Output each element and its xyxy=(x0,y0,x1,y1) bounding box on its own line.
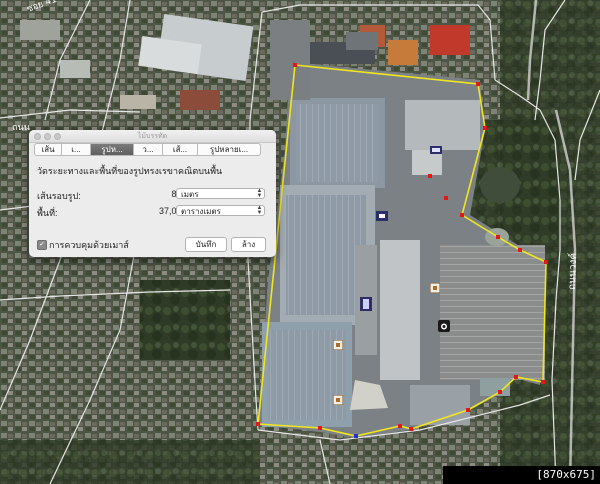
tab-3d-path[interactable]: เส้... xyxy=(163,143,198,156)
ruler-dialog[interactable]: ไม้บรรทัด เส้น เ... รูปห... ว... เส้... … xyxy=(29,130,276,257)
mouse-navigation-label: การควบคุมด้วยเมาส์ xyxy=(49,240,129,250)
place-icon[interactable] xyxy=(430,283,440,293)
dialog-description: วัดระยะทางและพื้นที่ของรูปทรงเรขาคณิตบนพ… xyxy=(37,166,223,176)
street-label-left: ถนน xyxy=(12,123,30,133)
area-label: พื้นที่: xyxy=(37,208,58,218)
perimeter-unit-value: เมตร xyxy=(181,190,199,199)
perimeter-unit-select[interactable]: เมตร ▲ ▼ xyxy=(176,188,265,199)
tab-polygon[interactable]: รูปห... xyxy=(91,143,134,156)
place-icon[interactable] xyxy=(333,340,343,350)
camera-icon[interactable] xyxy=(438,320,450,332)
save-button[interactable]: บันทึก xyxy=(185,237,227,252)
dialog-titlebar[interactable]: ไม้บรรทัด xyxy=(29,130,276,143)
chevron-updown-icon: ▲ ▼ xyxy=(256,188,263,199)
area-unit-select[interactable]: ตารางเมตร ▲ ▼ xyxy=(176,205,265,216)
watermark: [870x675] https://upic.me/ xyxy=(443,466,600,484)
shop-icon[interactable] xyxy=(430,146,442,154)
tab-path[interactable]: เ... xyxy=(62,143,91,156)
mouse-navigation-checkbox[interactable]: ✓ xyxy=(37,240,47,250)
tab-line[interactable]: เส้น xyxy=(34,143,62,156)
building-icon[interactable] xyxy=(376,211,388,221)
area-unit-value: ตารางเมตร xyxy=(181,207,221,216)
chevron-updown-icon: ▲ ▼ xyxy=(256,205,263,216)
map-view[interactable]: ซอย 41 ถนนวงค์ ถนน ไม้บรรทัด เส้น เ... ร… xyxy=(0,0,600,484)
measure-tabs: เส้น เ... รูปห... ว... เส้... รูปหลายเ..… xyxy=(34,143,261,156)
tab-circle[interactable]: ว... xyxy=(134,143,163,156)
place-icon[interactable] xyxy=(333,395,343,405)
dialog-title: ไม้บรรทัด xyxy=(137,133,168,140)
clear-button[interactable]: ล้าง xyxy=(231,237,266,252)
street-label-right: ถนนวงค์ xyxy=(566,253,579,290)
film-icon[interactable] xyxy=(360,297,372,311)
tab-3d-polygon[interactable]: รูปหลายเ... xyxy=(198,143,261,156)
perimeter-label: เส้นรอบรูป: xyxy=(37,191,81,201)
